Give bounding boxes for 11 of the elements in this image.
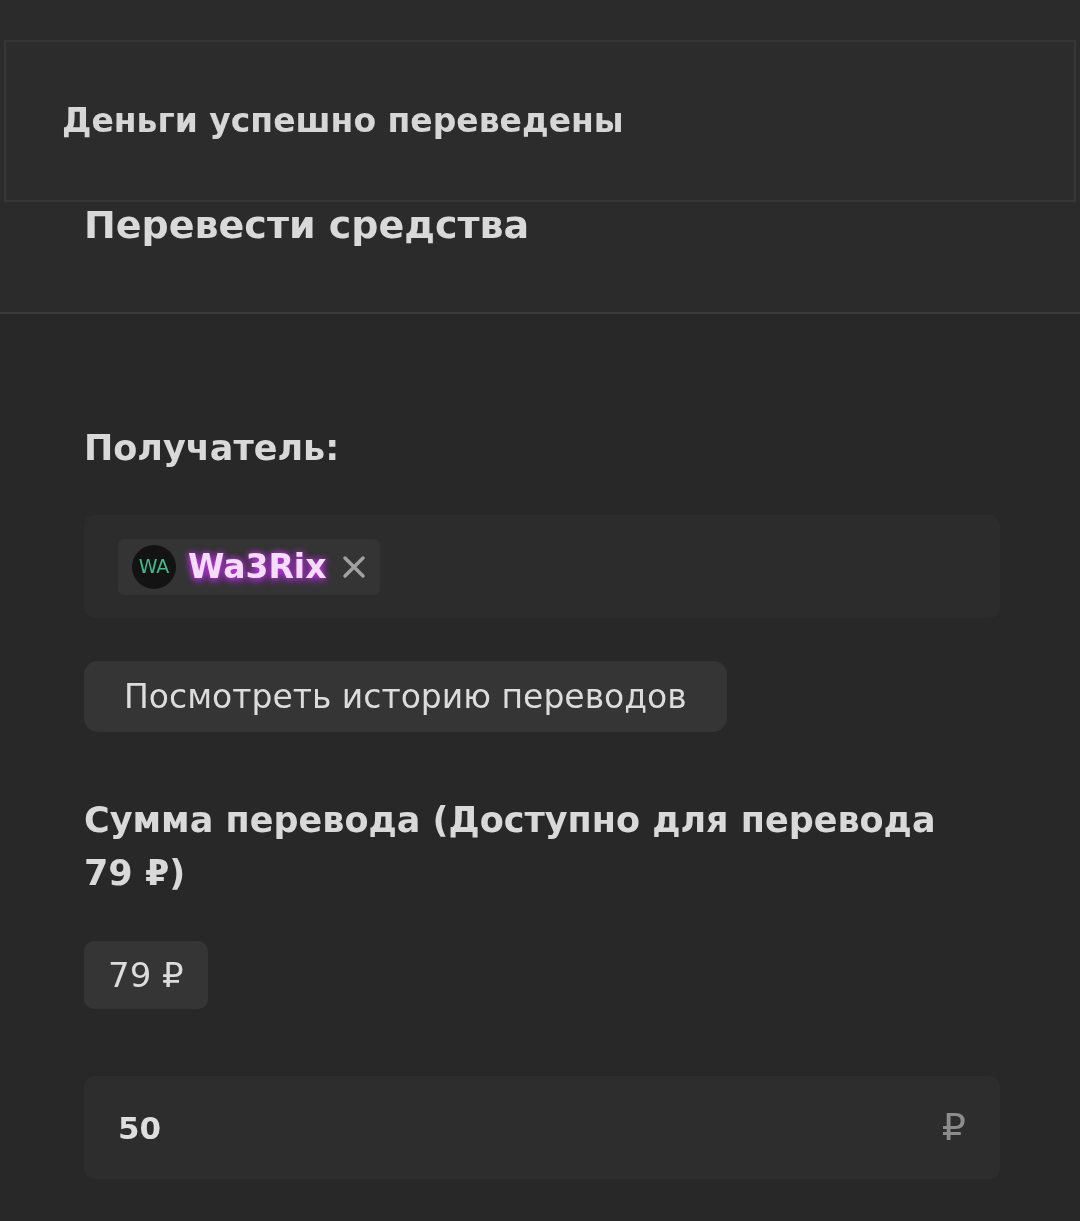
currency-label: ₽ xyxy=(941,1105,966,1149)
amount-label: Сумма перевода (Доступно для перевода 79 ₽) xyxy=(84,799,937,895)
history-button[interactable]: Посмотреть историю переводов xyxy=(84,661,727,732)
recipient-field[interactable]: WA Wa3Rix xyxy=(84,515,1000,618)
amount-preset-button[interactable]: 79 ₽ xyxy=(84,941,208,1009)
toast-message: Деньги успешно переведены xyxy=(62,100,624,142)
recipient-label: Получатель: xyxy=(84,427,340,470)
recipient-name: Wa3Rix xyxy=(188,545,327,588)
avatar: WA xyxy=(132,544,176,589)
page-title: Перевести средства xyxy=(84,202,530,249)
close-icon[interactable] xyxy=(342,554,367,579)
